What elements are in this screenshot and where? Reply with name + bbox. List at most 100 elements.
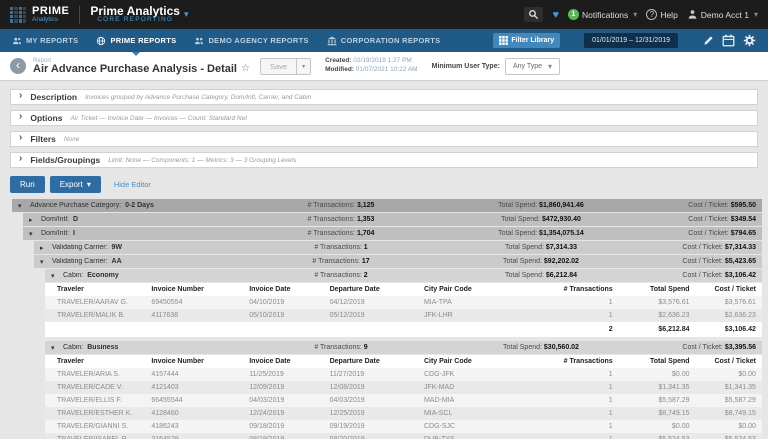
table-cell: 12/08/2019 <box>330 384 424 391</box>
column-header[interactable]: Total Spend <box>613 358 690 365</box>
save-dropdown-button[interactable]: ▾ <box>297 58 311 75</box>
gear-icon[interactable] <box>743 34 756 47</box>
table-cell: 4128460 <box>151 410 249 417</box>
favorite-star-icon[interactable]: ☆ <box>241 64 250 74</box>
section-filters[interactable]: › Filters None <box>10 131 758 147</box>
group-row-cabin-economy[interactable]: ▾ Cabin:Economy # Transactions: 2 Total … <box>45 269 762 282</box>
chevron-down-icon: ▾ <box>633 10 637 19</box>
tab-prime-reports[interactable]: PRIME REPORTS <box>96 29 176 52</box>
group-row-advance-purchase-category[interactable]: ▾ Advance Purchase Category:0-2 Days # T… <box>12 199 762 212</box>
group-total-spend: Total Spend: $1,860,941.46 <box>426 202 656 209</box>
search-icon <box>528 9 539 20</box>
group-row-cabin-business[interactable]: ▾ Cabin:Business # Transactions: 9 Total… <box>45 341 762 354</box>
column-header[interactable]: Invoice Number <box>151 286 249 293</box>
save-button[interactable]: Save <box>260 58 297 75</box>
column-header[interactable]: Cost / Ticket <box>690 286 756 293</box>
column-header[interactable]: Departure Date <box>330 358 424 365</box>
collapse-toggle-icon[interactable]: ▾ <box>40 258 48 266</box>
column-header[interactable]: Traveler <box>57 358 151 365</box>
notifications-badge: 1 <box>568 9 579 20</box>
collapse-toggle-icon[interactable]: ▾ <box>51 344 59 352</box>
table-row[interactable]: TRAVELER/ESTHER K.412846012/24/201912/25… <box>45 407 762 420</box>
created-label: Created: <box>325 57 351 64</box>
account-menu[interactable]: Demo Acct 1 ▾ <box>687 9 758 20</box>
group-label: Dom/Intl: <box>41 216 69 223</box>
collapse-toggle-icon[interactable]: ▾ <box>29 230 37 238</box>
column-header[interactable]: Cost / Ticket <box>690 358 756 365</box>
table-row[interactable]: TRAVELER/CADE V.412140312/09/201912/08/2… <box>45 381 762 394</box>
column-header[interactable]: Total Spend <box>613 286 690 293</box>
group-total-spend: Total Spend: $92,202.02 <box>426 258 656 265</box>
group-row-dom-intl-i[interactable]: ▾ Dom/Intl:I # Transactions: 1,704 Total… <box>23 227 762 240</box>
column-header[interactable]: Invoice Date <box>249 358 329 365</box>
table-row[interactable]: TRAVELER/MALIK B.411763805/10/201905/12/… <box>45 309 762 322</box>
table-cell: JFK-MAD <box>424 384 543 391</box>
tab-my-reports[interactable]: MY REPORTS <box>12 29 78 52</box>
group-row-dom-intl-d[interactable]: ▸ Dom/Intl:D # Transactions: 1,353 Total… <box>23 213 762 226</box>
section-description[interactable]: › Description Invoices grouped by Advanc… <box>10 89 758 105</box>
help-menu[interactable]: ? Help <box>646 9 677 20</box>
table-cell: $0.00 <box>613 371 690 378</box>
collapse-toggle-icon[interactable]: ▾ <box>18 202 26 210</box>
run-button[interactable]: Run <box>10 176 45 193</box>
group-row-carrier-aa[interactable]: ▾ Validating Carrier:AA # Transactions: … <box>34 255 762 268</box>
prime-logo-grid-icon <box>10 7 26 23</box>
column-header[interactable]: City Pair Code <box>424 358 543 365</box>
prime-logo[interactable]: PRIME Analytics <box>10 6 69 24</box>
notifications-label: Notifications <box>582 10 628 20</box>
table-row[interactable]: TRAVELER/ARIA S.415744411/25/201911/27/2… <box>45 368 762 381</box>
section-fields-groupings[interactable]: › Fields/Groupings Limit: None — Compone… <box>10 152 758 168</box>
group-label: Cabin: <box>63 272 83 279</box>
group-value: D <box>73 216 78 223</box>
tab-demo-agency-reports[interactable]: DEMO AGENCY REPORTS <box>194 29 308 52</box>
modified-label: Modified: <box>325 66 354 73</box>
column-header[interactable]: # Transactions <box>543 286 613 293</box>
table-row[interactable]: TRAVELER/GIANNI S.418624309/18/201909/19… <box>45 420 762 433</box>
table-cell: 12/24/2019 <box>249 410 329 417</box>
table-row[interactable]: TRAVELER/AARAV G.6945055404/10/201904/12… <box>45 296 762 309</box>
column-header[interactable]: City Pair Code <box>424 286 543 293</box>
group-value: Economy <box>87 272 119 279</box>
table-cell: 11/25/2019 <box>249 371 329 378</box>
app-title-switcher[interactable]: Prime Analytics CORE REPORTING ▾ <box>90 5 188 24</box>
column-header[interactable]: Departure Date <box>330 286 424 293</box>
section-title: Options <box>30 113 62 123</box>
filter-library-button[interactable]: Filter Library <box>493 33 560 48</box>
column-header[interactable]: Invoice Number <box>151 358 249 365</box>
group-row-carrier-9w[interactable]: ▸ Validating Carrier:9W # Transactions: … <box>34 241 762 254</box>
calendar-icon[interactable] <box>722 34 735 47</box>
date-range-display[interactable]: 01/01/2019 – 12/31/2019 <box>584 33 678 48</box>
group-value: AA <box>112 258 122 265</box>
column-header[interactable]: Traveler <box>57 286 151 293</box>
filter-library-label: Filter Library <box>511 37 554 44</box>
column-header[interactable]: Invoice Date <box>249 286 329 293</box>
table-cell: 04/03/2019 <box>330 397 424 404</box>
table-row[interactable]: TRAVELER/ELLIS F.6645554404/03/201904/03… <box>45 394 762 407</box>
table-cell: MIA-TPA <box>424 299 543 306</box>
table-row[interactable]: TRAVELER/ISABEL R.316452908/19/201908/20… <box>45 433 762 439</box>
hide-editor-link[interactable]: Hide Editor <box>114 180 151 189</box>
edit-pencil-icon[interactable] <box>703 35 714 46</box>
chevron-right-icon: › <box>19 133 22 143</box>
back-button[interactable]: ‹ <box>10 58 26 74</box>
group-total-spend: Total Spend: $1,354,075.14 <box>426 230 656 237</box>
group-value: 0-2 Days <box>125 202 154 209</box>
collapse-toggle-icon[interactable]: ▸ <box>29 216 37 224</box>
search-button[interactable] <box>524 7 543 22</box>
notifications-menu[interactable]: 1 Notifications ▾ <box>568 9 637 20</box>
tab-corporation-reports[interactable]: CORPORATION REPORTS <box>327 29 441 52</box>
section-summary: Invoices grouped by Advance Purchase Cat… <box>85 94 311 101</box>
column-header[interactable]: # Transactions <box>543 358 613 365</box>
export-button[interactable]: Export ▾ <box>50 176 101 193</box>
table-cell: $8,749.15 <box>690 410 756 417</box>
help-icon: ? <box>646 9 657 20</box>
heart-icon[interactable]: ♥ <box>552 9 559 21</box>
group-transactions: # Transactions: 1,353 <box>256 216 426 223</box>
group-total-spend: Total Spend: $6,212.84 <box>426 272 656 279</box>
collapse-toggle-icon[interactable]: ▸ <box>40 244 48 252</box>
collapse-toggle-icon[interactable]: ▾ <box>51 272 59 280</box>
min-user-type-dropdown[interactable]: Any Type ▾ <box>505 58 560 75</box>
totals-transactions: 2 <box>543 326 613 333</box>
section-options[interactable]: › Options Air Ticket — Invoice Date — In… <box>10 110 758 126</box>
report-results: ▾ Advance Purchase Category:0-2 Days # T… <box>0 199 768 439</box>
